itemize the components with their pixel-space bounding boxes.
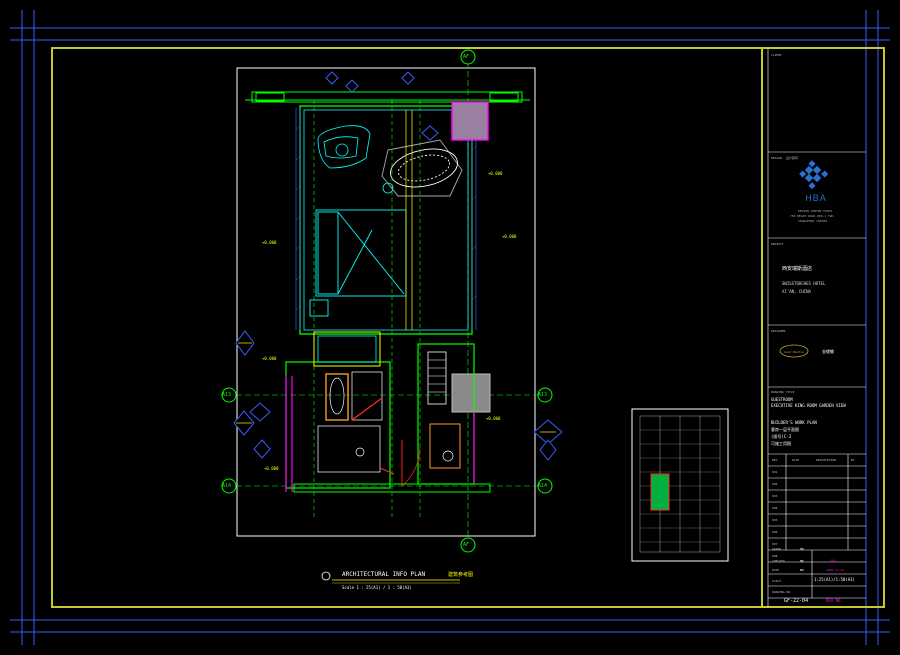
hba-logo-text: HBA <box>805 193 827 203</box>
field-label-date: DATE <box>772 568 780 572</box>
svg-text:+0.000: +0.000 <box>486 416 501 421</box>
field-value-date: BR <box>800 568 804 572</box>
project-city: XI'AN, CHINA <box>782 289 811 294</box>
field-value-checked: BR <box>800 559 804 563</box>
hba-address-1: DESIGN CENTRE PARTS <box>798 209 833 213</box>
rev-row: 003 <box>772 494 778 498</box>
field-label-drawn: DRAWN <box>772 547 782 551</box>
grid-label-top: AF <box>463 54 470 60</box>
contractor-brand: Gold Mantis <box>784 350 804 354</box>
plan-title-cn: 建筑参考图 <box>448 572 474 578</box>
field-value-drawn: HR <box>800 547 804 551</box>
grid-label-right-upper: A13 <box>538 392 548 398</box>
drawing-title-4: 客房一层平面图 <box>771 427 799 432</box>
svg-text:+0.000: +0.000 <box>262 356 277 361</box>
field-value-drawing-no: GF-22-04 <box>784 598 809 604</box>
designer-label: DESIGN <box>771 156 782 160</box>
designer-cn: 设计顾问 <box>786 156 799 160</box>
rev-row: 002 <box>772 482 778 486</box>
grid-label-left-upper: A13 <box>222 392 232 398</box>
rev-row: 001 <box>772 470 778 474</box>
field-label-drawing-no: DRAWING NO. <box>772 590 792 594</box>
rev-row: 006 <box>772 530 778 534</box>
project-label: PROJECT <box>771 242 784 246</box>
hba-address-2: 750 BEACH ROAD #09-1 TWO. <box>790 214 836 218</box>
field-label-scale: SCALE <box>772 579 782 583</box>
grid-label-bottom: AF <box>463 542 470 548</box>
project-name-cn: 西安瑞斯酒店 <box>782 266 813 272</box>
rev-header-by: BY <box>851 458 855 462</box>
svg-text:+0.000: +0.000 <box>502 234 517 239</box>
grid-label-right-lower: A14 <box>538 483 548 489</box>
field-extra-checked: 设计 <box>830 559 837 563</box>
svg-text:+0.000: +0.000 <box>264 466 279 471</box>
drawing-title-3: BUILDER'S WORK PLAN <box>771 420 817 425</box>
rev-row: 004 <box>772 506 778 510</box>
hba-address-3: SINGAPORE 199588 <box>798 219 827 223</box>
svg-text:+0.000: +0.000 <box>488 171 503 176</box>
drawing-title-6: 可施工用图 <box>771 441 791 446</box>
field-value-scale: 1:25(A1)/1:50(A3) <box>814 577 855 582</box>
client-label: CLIENT <box>771 53 782 57</box>
drawing-sheet[interactable]: +0.000 +0.000 +0.000 +0.000 +0.000 +0.000 <box>0 0 900 655</box>
field-extra-date: 2009.11.26 <box>826 568 845 572</box>
field-extra-rev-no: REV NO. <box>826 598 843 603</box>
rev-row: 005 <box>772 518 778 522</box>
svg-text:+0.000: +0.000 <box>262 240 277 245</box>
field-label-checked: CHECKED <box>772 559 785 563</box>
drawing-title-label: DRAWING TITLE <box>771 390 795 394</box>
drawing-title-5: (图号)C-3 <box>771 434 792 439</box>
drawing-title-2: EXECUTIVE KING ROOM GARDEN VIEW <box>771 403 846 408</box>
rev-header-date: DATE <box>792 458 800 462</box>
hba-logo: HBA <box>796 193 836 203</box>
rev-header-rev: REV <box>772 458 778 462</box>
contractor-label: DESIGNER <box>771 329 786 333</box>
contractor-cn: 金螳螂 <box>822 349 834 354</box>
grid-label-left-lower: A14 <box>222 483 232 489</box>
project-name: SWISSTOUCHES HOTEL <box>782 281 826 286</box>
plan-title: ARCHITECTURAL INFO PLAN <box>342 571 426 578</box>
plan-scale: Scale 1 : 25(A1) / 1 : 50(A3) <box>342 585 412 590</box>
rev-header-desc: DESCRIPTION <box>816 458 836 462</box>
